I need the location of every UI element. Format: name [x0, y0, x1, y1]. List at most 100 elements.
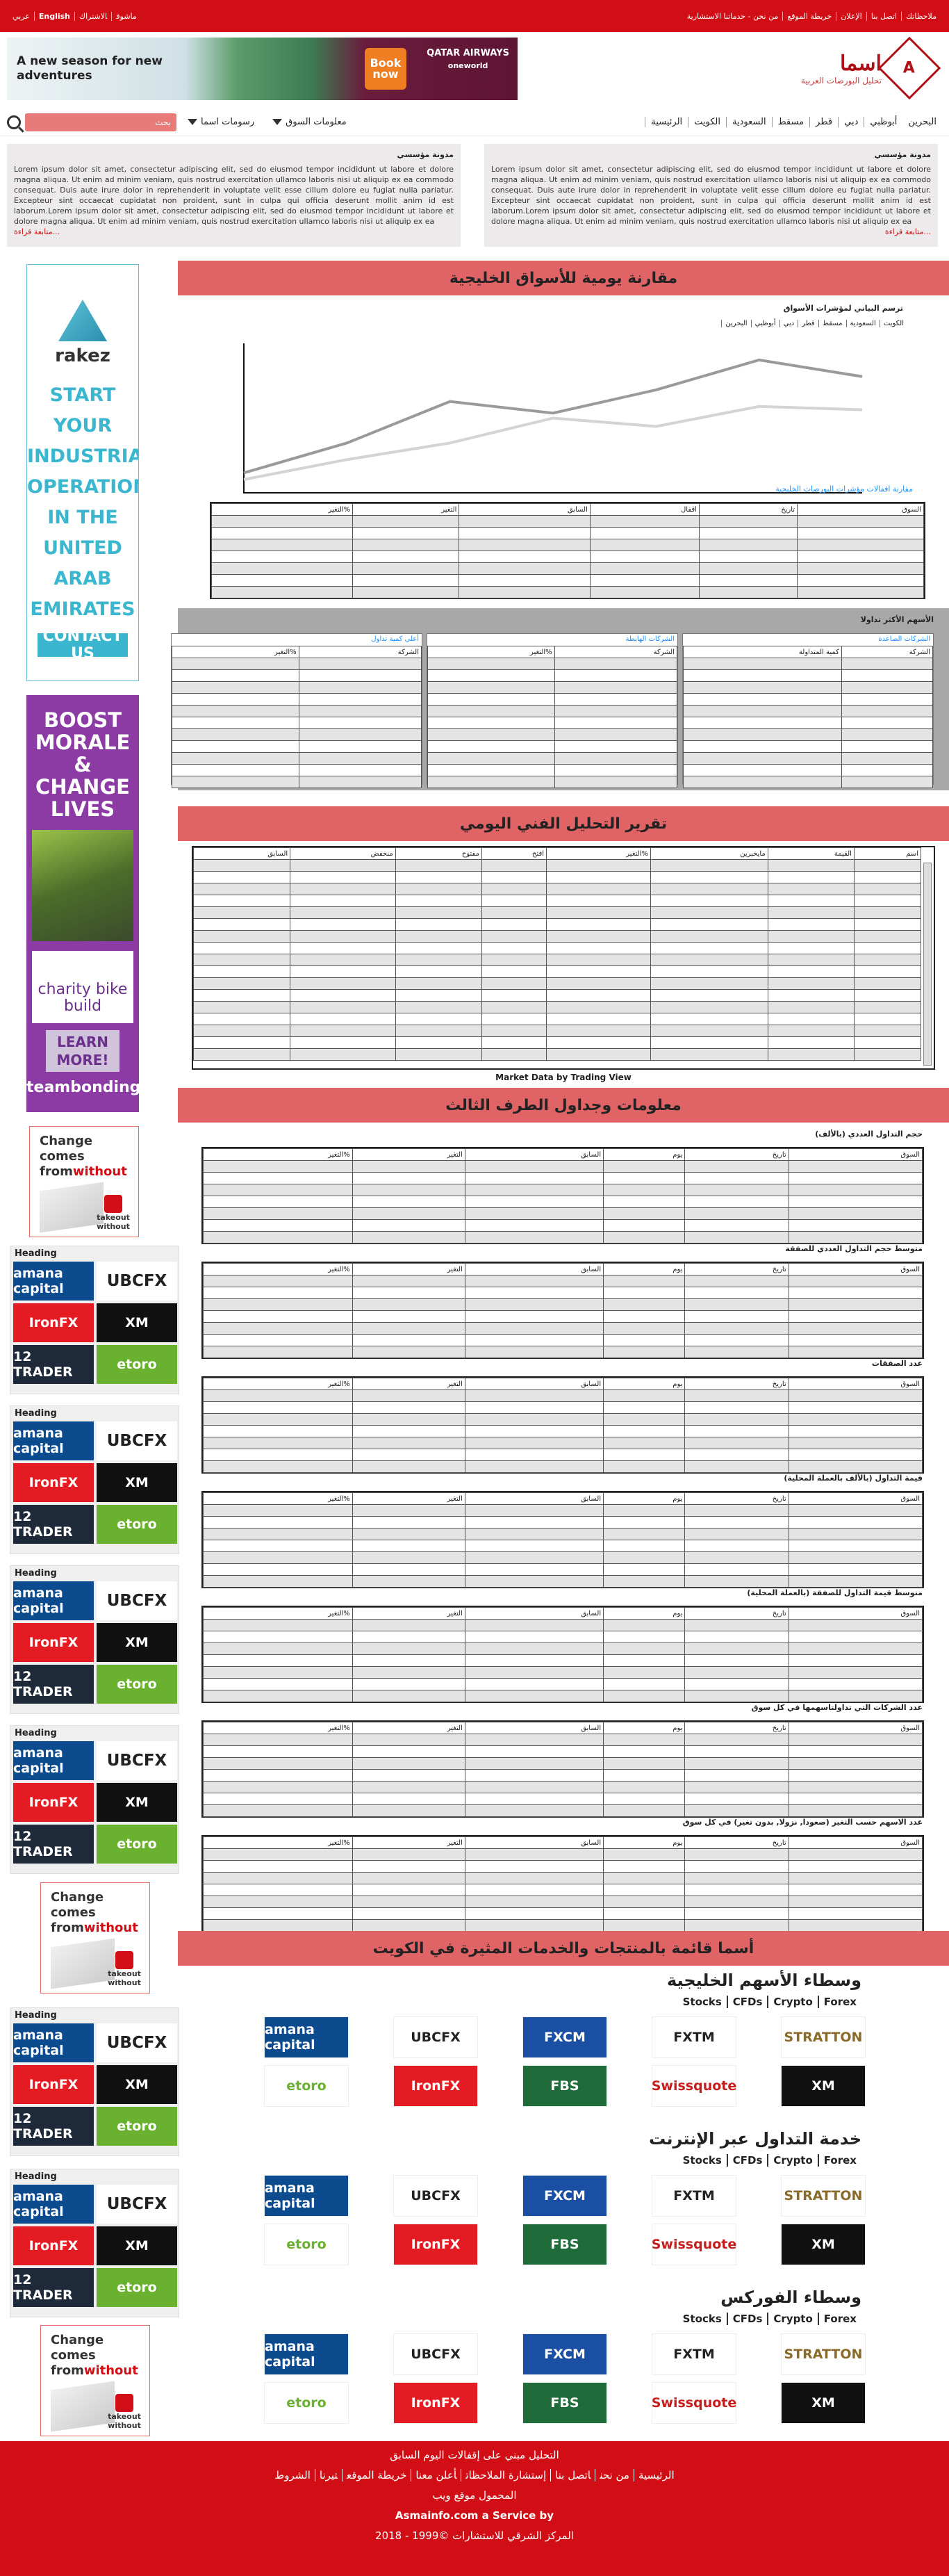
- nav-item[interactable]: قطر: [809, 117, 838, 127]
- tag-link[interactable]: Crypto: [767, 2313, 817, 2325]
- broker-logo[interactable]: UBCFX: [97, 2185, 177, 2224]
- broker-logo[interactable]: UBCFX: [97, 1421, 177, 1460]
- broker-ad-box[interactable]: Heading amana capital UBCFX IronFX XM 12 TRAD…: [10, 1565, 179, 1714]
- lang-link[interactable]: الاشتراك: [74, 11, 112, 21]
- footer-link[interactable]: تيرنا: [314, 2469, 342, 2481]
- lang-link[interactable]: عربي: [8, 12, 34, 21]
- top-link[interactable]: من نحن - خدماتنا الاستشارية: [683, 12, 783, 21]
- top-link[interactable]: اتصل بنا: [866, 11, 901, 21]
- top-link[interactable]: ملاحظاتك: [901, 11, 941, 21]
- broker-ad-box[interactable]: Heading amana capital UBCFX IronFX XM 12 TRAD…: [10, 1725, 179, 1874]
- chart-market-tab[interactable]: قطر: [798, 320, 818, 327]
- broker-tile[interactable]: XM: [781, 2065, 866, 2107]
- broker-logo[interactable]: etoro: [97, 1825, 177, 1864]
- takeout-ad[interactable]: Change comes fromwithout takeout without: [29, 1126, 139, 1237]
- broker-logo[interactable]: XM: [97, 1463, 177, 1502]
- search-icon[interactable]: [7, 115, 21, 129]
- nav-item[interactable]: السعودية: [726, 117, 772, 127]
- broker-logo[interactable]: XM: [97, 1783, 177, 1822]
- table-scrollbar[interactable]: [923, 863, 932, 1066]
- broker-tile[interactable]: amana capital: [264, 2016, 349, 2058]
- broker-tile[interactable]: UBCFX: [393, 2175, 478, 2217]
- broker-tile[interactable]: Swissquote: [652, 2065, 736, 2107]
- broker-logo[interactable]: UBCFX: [97, 1581, 177, 1620]
- broker-tile[interactable]: FBS: [522, 2224, 607, 2265]
- footer-link[interactable]: الرئيسية: [633, 2469, 679, 2481]
- broker-logo[interactable]: XM: [97, 1623, 177, 1662]
- broker-logo[interactable]: amana capital: [13, 1741, 94, 1780]
- broker-logo[interactable]: XM: [97, 2065, 177, 2104]
- chart-market-tab[interactable]: السعودية: [845, 320, 880, 327]
- tag-link[interactable]: Stocks: [678, 2154, 727, 2167]
- footer-link[interactable]: الشروط: [270, 2469, 315, 2481]
- book-now-button[interactable]: Book now: [365, 48, 406, 90]
- broker-logo[interactable]: 12 TRADER: [13, 1825, 94, 1864]
- broker-tile[interactable]: UBCFX: [393, 2016, 478, 2058]
- broker-tile[interactable]: IronFX: [393, 2382, 478, 2424]
- footer-link[interactable]: إستشارة الملاحظات: [461, 2469, 551, 2481]
- takeout-ad[interactable]: Change comes fromwithout takeout without: [40, 1882, 150, 1994]
- broker-tile[interactable]: FBS: [522, 2382, 607, 2424]
- takeout-ad[interactable]: Change comes fromwithout takeout without: [40, 2325, 150, 2436]
- read-more-link[interactable]: متابعة قراءة...: [491, 227, 931, 237]
- broker-logo[interactable]: UBCFX: [97, 1262, 177, 1301]
- lang-link[interactable]: ماشوف: [111, 11, 141, 21]
- market-info-dropdown[interactable]: معلومات السوق: [265, 117, 354, 127]
- broker-tile[interactable]: STRATTON: [781, 2333, 866, 2375]
- broker-tile[interactable]: XM: [781, 2382, 866, 2424]
- broker-logo[interactable]: UBCFX: [97, 1741, 177, 1780]
- broker-tile[interactable]: FBS: [522, 2065, 607, 2107]
- broker-logo[interactable]: IronFX: [13, 1303, 94, 1342]
- footer-link[interactable]: من نحن: [595, 2469, 634, 2481]
- broker-tile[interactable]: IronFX: [393, 2065, 478, 2107]
- chart-market-tab[interactable]: دبي: [779, 320, 798, 327]
- broker-ad-box[interactable]: Heading amana capital UBCFX IronFX XM 12 TRAD…: [10, 2007, 179, 2156]
- tag-link[interactable]: Crypto: [767, 1996, 817, 2008]
- broker-tile[interactable]: FXTM: [652, 2175, 736, 2217]
- broker-tile[interactable]: UBCFX: [393, 2333, 478, 2375]
- broker-tile[interactable]: amana capital: [264, 2333, 349, 2375]
- nav-item[interactable]: الرئيسية: [645, 117, 688, 127]
- broker-tile[interactable]: FXTM: [652, 2333, 736, 2375]
- tag-link[interactable]: CFDs: [726, 1996, 768, 2008]
- tag-link[interactable]: CFDs: [726, 2313, 768, 2325]
- broker-tile[interactable]: FXCM: [522, 2333, 607, 2375]
- footer-link[interactable]: اتصل بنا: [550, 2469, 595, 2481]
- broker-logo[interactable]: amana capital: [13, 1581, 94, 1620]
- top-link[interactable]: خريطة الموقع: [782, 11, 836, 21]
- broker-logo[interactable]: etoro: [97, 1665, 177, 1704]
- chart-market-tab[interactable]: مسقط: [818, 320, 846, 327]
- lang-link[interactable]: English: [33, 11, 75, 21]
- contact-us-button[interactable]: CONTACT US: [38, 628, 128, 662]
- broker-tile[interactable]: FXCM: [522, 2175, 607, 2217]
- broker-logo[interactable]: etoro: [97, 2268, 177, 2307]
- broker-logo[interactable]: IronFX: [13, 1623, 94, 1662]
- broker-logo[interactable]: amana capital: [13, 1262, 94, 1301]
- footer-link[interactable]: خريطة الموقع: [341, 2469, 411, 2481]
- tag-link[interactable]: Stocks: [678, 1996, 727, 2008]
- tag-link[interactable]: Forex: [817, 1996, 861, 2008]
- broker-logo[interactable]: IronFX: [13, 1783, 94, 1822]
- nav-item[interactable]: الكويت: [688, 117, 726, 127]
- site-logo[interactable]: اسما تحليل البورصات العربية A: [758, 36, 941, 100]
- broker-tile[interactable]: etoro: [264, 2382, 349, 2424]
- broker-tile[interactable]: Swissquote: [652, 2382, 736, 2424]
- broker-logo[interactable]: 12 TRADER: [13, 1665, 94, 1704]
- broker-logo[interactable]: etoro: [97, 2107, 177, 2146]
- broker-logo[interactable]: amana capital: [13, 2023, 94, 2062]
- rakez-ad[interactable]: rakez START YOUR INDUSTRIAL OPERATIONS IN T…: [26, 264, 139, 681]
- top-link[interactable]: الإعلان: [836, 11, 866, 21]
- read-more-link[interactable]: متابعة قراءة...: [14, 227, 454, 237]
- broker-logo[interactable]: UBCFX: [97, 2023, 177, 2062]
- broker-tile[interactable]: STRATTON: [781, 2016, 866, 2058]
- asma-charts-dropdown[interactable]: رسومات اسما: [181, 117, 261, 127]
- footer-mobile-link[interactable]: المحمول موقع ويب: [0, 2489, 949, 2502]
- broker-tile[interactable]: IronFX: [393, 2224, 478, 2265]
- broker-tile[interactable]: etoro: [264, 2065, 349, 2107]
- broker-ad-box[interactable]: Heading amana capital UBCFX IronFX XM 12 TRAD…: [10, 1246, 179, 1394]
- learn-more-button[interactable]: LEARN MORE!: [46, 1030, 119, 1072]
- nav-item[interactable]: البحرين: [902, 117, 942, 127]
- tag-link[interactable]: Forex: [817, 2313, 861, 2325]
- nav-item[interactable]: أبوظبي: [864, 117, 902, 127]
- broker-logo[interactable]: IronFX: [13, 1463, 94, 1502]
